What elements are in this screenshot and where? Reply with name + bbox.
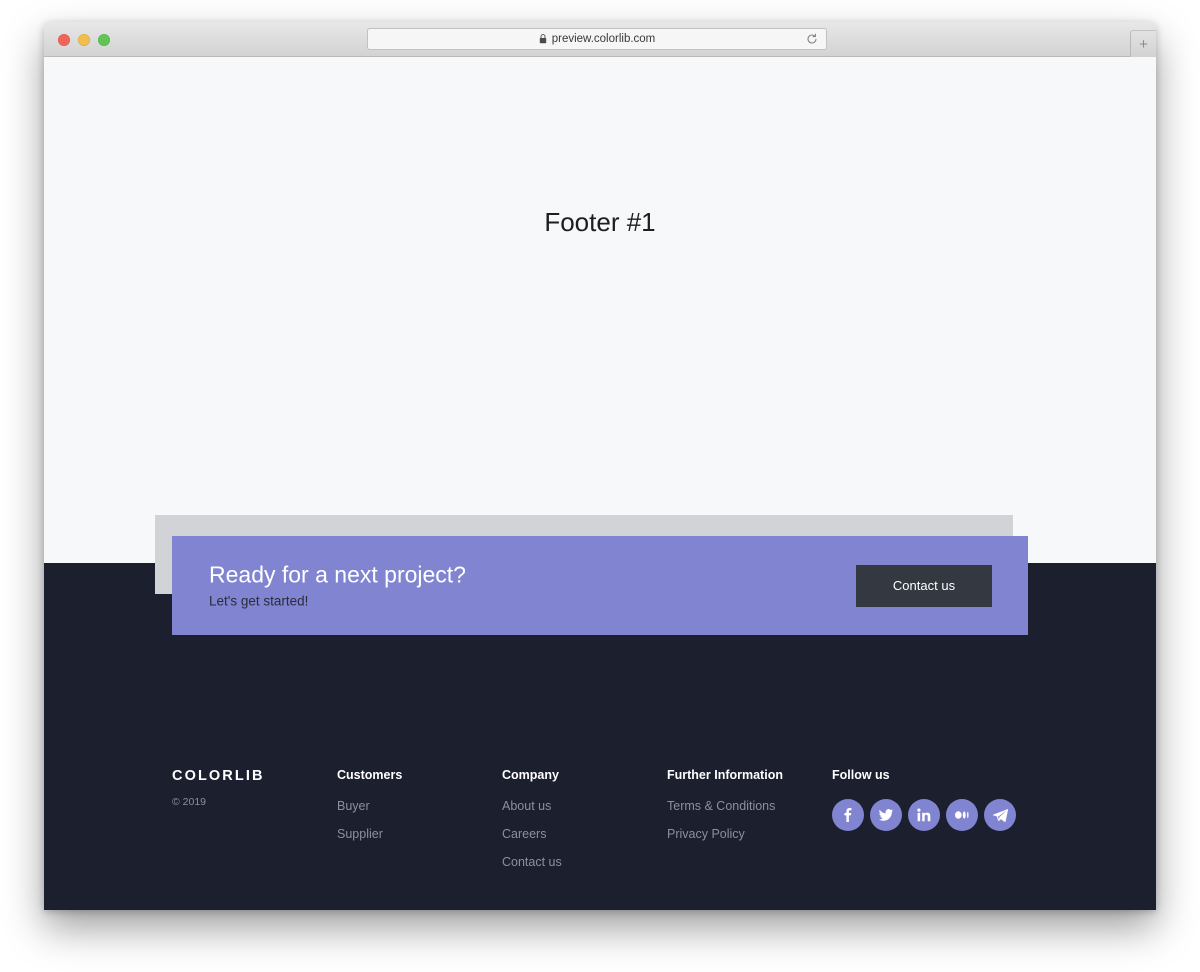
- browser-window: preview.colorlib.com + Footer #1 COLORLI…: [44, 22, 1156, 910]
- footer-columns: COLORLIB © 2019 Customers Buyer Supplier…: [172, 768, 1052, 883]
- cta-subheading: Let's get started!: [209, 593, 309, 609]
- browser-toolbar: preview.colorlib.com +: [44, 22, 1156, 57]
- telegram-icon[interactable]: [984, 799, 1016, 831]
- contact-us-button[interactable]: Contact us: [856, 564, 992, 607]
- lock-icon: [539, 34, 546, 44]
- footer-link-supplier[interactable]: Supplier: [337, 827, 502, 841]
- minimize-window-button[interactable]: [78, 33, 90, 46]
- page-title: Footer #1: [544, 207, 656, 237]
- address-bar-content: preview.colorlib.com: [539, 33, 656, 45]
- close-window-button[interactable]: [58, 33, 70, 46]
- social-links: [832, 799, 1032, 831]
- footer-brand-column: COLORLIB © 2019: [172, 768, 337, 883]
- page-viewport: Footer #1 COLORLIB © 2019 Customers Buye…: [44, 57, 1156, 910]
- footer-link-buyer[interactable]: Buyer: [337, 799, 502, 813]
- footer-link-privacy-policy[interactable]: Privacy Policy: [667, 827, 832, 841]
- window-controls: [58, 22, 110, 57]
- facebook-icon[interactable]: [832, 799, 864, 831]
- reload-icon[interactable]: [806, 33, 818, 45]
- cta-banner: Ready for a next project? Let's get star…: [172, 536, 1028, 635]
- footer-column-customers: Customers Buyer Supplier: [337, 768, 502, 883]
- footer-column-title: Follow us: [832, 768, 890, 782]
- footer-column-company: Company About us Careers Contact us: [502, 768, 667, 883]
- footer-column-title: Further Information: [667, 768, 783, 782]
- footer-column-follow-us: Follow us: [832, 768, 1032, 883]
- cta-heading: Ready for a next project?: [209, 561, 466, 588]
- address-bar-url: preview.colorlib.com: [551, 33, 656, 45]
- linkedin-icon[interactable]: [908, 799, 940, 831]
- new-tab-button[interactable]: +: [1130, 30, 1156, 57]
- new-tab-label: +: [1139, 35, 1148, 53]
- footer-link-terms-conditions[interactable]: Terms & Conditions: [667, 799, 832, 813]
- medium-icon[interactable]: [946, 799, 978, 831]
- brand-copyright: © 2019: [172, 796, 207, 808]
- footer-link-contact-us[interactable]: Contact us: [502, 855, 667, 869]
- address-bar[interactable]: preview.colorlib.com: [367, 28, 827, 50]
- footer-column-title: Company: [502, 768, 559, 782]
- footer-link-about-us[interactable]: About us: [502, 799, 667, 813]
- footer-link-careers[interactable]: Careers: [502, 827, 667, 841]
- cta-text-group: Ready for a next project? Let's get star…: [209, 561, 466, 610]
- footer-column-further-information: Further Information Terms & Conditions P…: [667, 768, 832, 883]
- twitter-icon[interactable]: [870, 799, 902, 831]
- brand-logo: COLORLIB: [172, 768, 265, 784]
- maximize-window-button[interactable]: [98, 33, 110, 46]
- footer-column-title: Customers: [337, 768, 403, 782]
